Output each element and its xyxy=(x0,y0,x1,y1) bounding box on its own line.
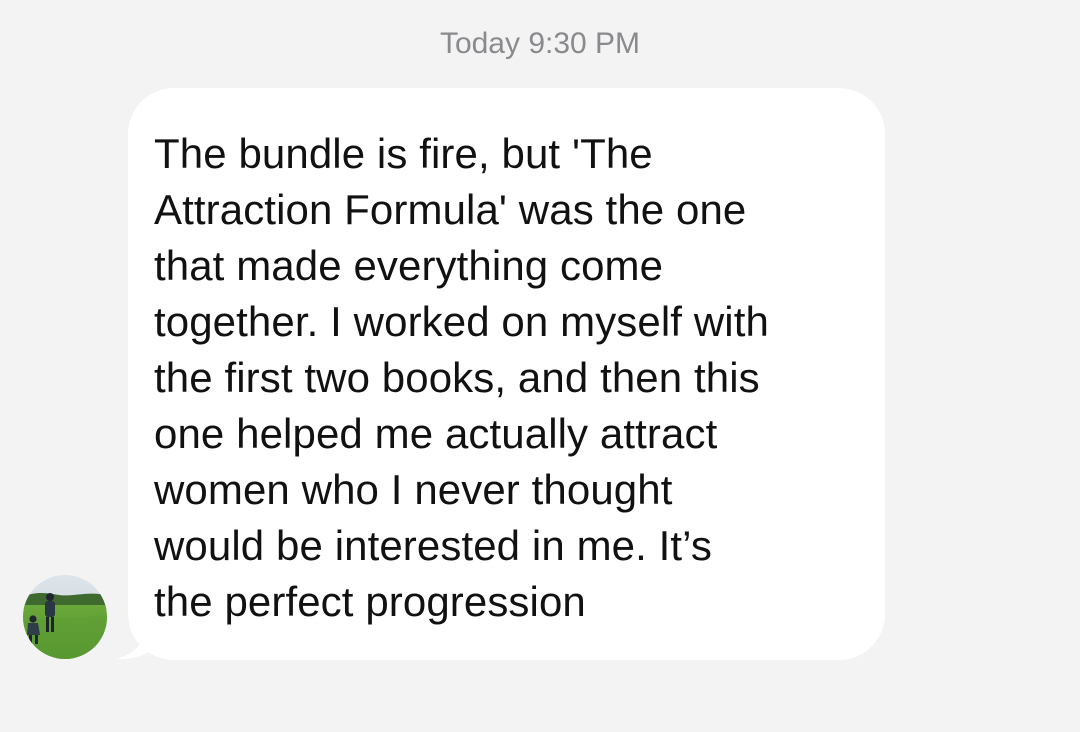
avatar-photo-icon xyxy=(23,575,107,659)
sender-avatar[interactable] xyxy=(23,575,107,659)
message-text: The bundle is fire, but 'The Attraction … xyxy=(154,130,769,625)
incoming-message-bubble[interactable]: The bundle is fire, but 'The Attraction … xyxy=(128,88,885,660)
message-timestamp: Today 9:30 PM xyxy=(439,27,641,60)
